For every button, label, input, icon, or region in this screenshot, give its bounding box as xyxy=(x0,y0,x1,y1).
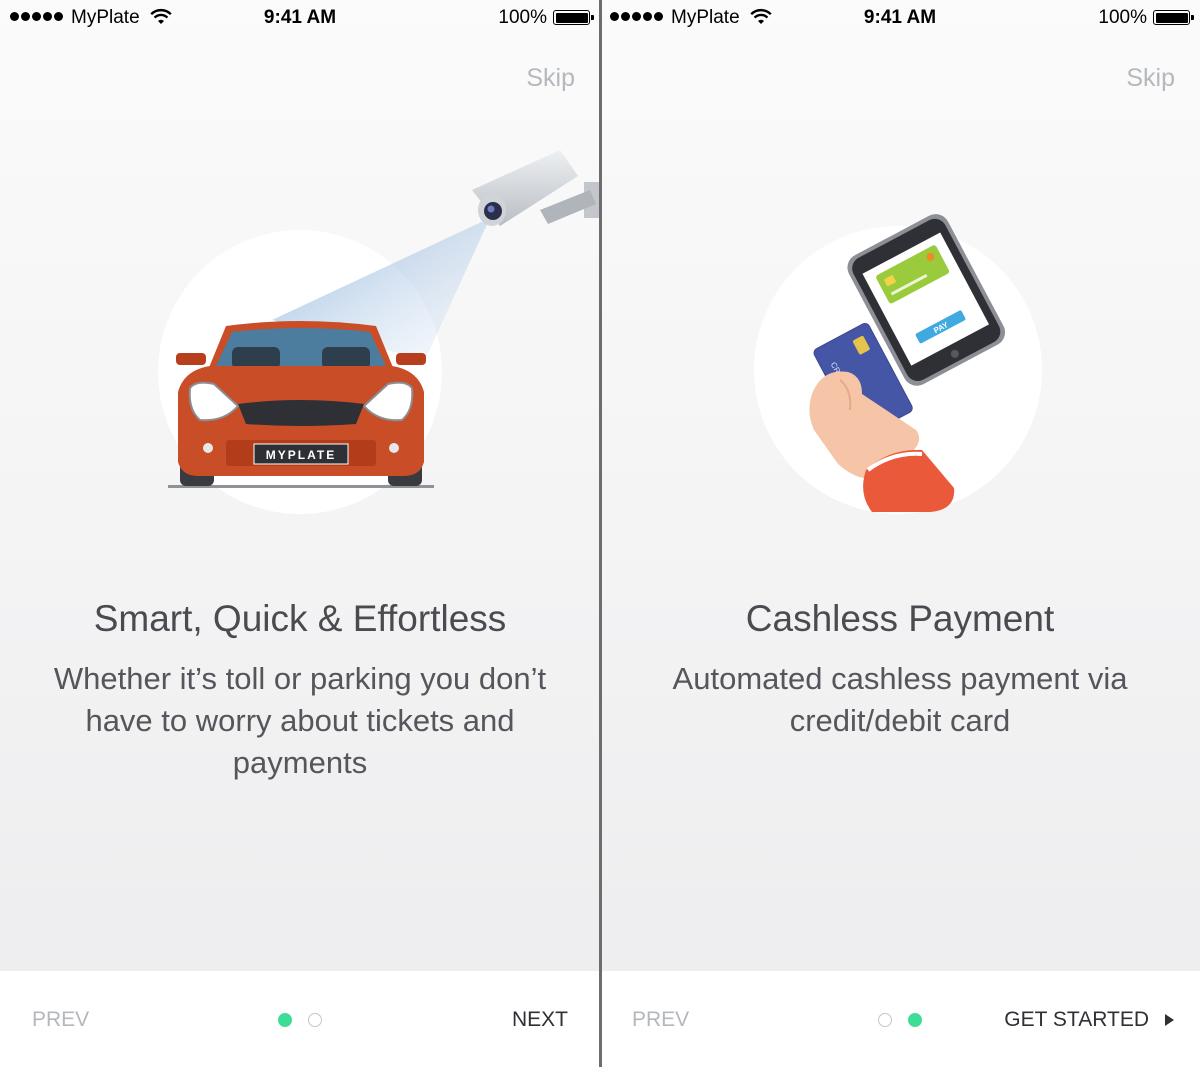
payment-illustration: PAY CREDIT CARD xyxy=(754,214,1042,514)
onboarding-screen-1: MyPlate 9:41 AM 100% Skip MYPLATE Smart,… xyxy=(0,0,600,1067)
security-camera-icon xyxy=(472,150,600,226)
page-dot-2[interactable] xyxy=(908,1013,922,1027)
battery-icon xyxy=(553,10,594,25)
battery-percentage: 100% xyxy=(498,7,547,28)
page-description: Automated cashless payment via credit/de… xyxy=(672,661,1128,738)
page-indicator xyxy=(278,1013,322,1027)
page-dot-1[interactable] xyxy=(278,1013,292,1027)
page-description: Whether it’s toll or parking you don’t h… xyxy=(53,661,547,780)
page-title: Cashless Payment xyxy=(745,598,1055,639)
battery-percentage: 100% xyxy=(1098,7,1147,28)
bottom-navigation: PREV NEXT xyxy=(0,971,600,1067)
skip-button[interactable]: Skip xyxy=(1126,64,1175,93)
arrow-right-icon xyxy=(1165,1014,1174,1026)
battery-icon xyxy=(1153,10,1194,25)
status-bar: MyPlate 9:41 AM 100% xyxy=(0,0,600,36)
screen-divider xyxy=(599,0,602,1067)
status-bar: MyPlate 9:41 AM 100% xyxy=(600,0,1200,36)
license-plate-text: MYPLATE xyxy=(266,448,336,462)
skip-button[interactable]: Skip xyxy=(526,64,575,93)
prev-button[interactable]: PREV xyxy=(632,1008,689,1032)
car-camera-illustration: MYPLATE xyxy=(158,150,600,514)
bottom-navigation: PREV GET STARTED xyxy=(600,971,1200,1067)
onboarding-screen-2: MyPlate 9:41 AM 100% Skip PAY Cashless P… xyxy=(600,0,1200,1067)
next-button[interactable]: NEXT xyxy=(512,1008,568,1032)
page-title: Smart, Quick & Effortless xyxy=(93,598,507,639)
get-started-button[interactable]: GET STARTED xyxy=(1004,1008,1174,1032)
page-dot-2[interactable] xyxy=(308,1013,322,1027)
page-indicator xyxy=(878,1013,922,1027)
get-started-label: GET STARTED xyxy=(1004,1008,1149,1031)
prev-button[interactable]: PREV xyxy=(32,1008,89,1032)
page-dot-1[interactable] xyxy=(878,1013,892,1027)
